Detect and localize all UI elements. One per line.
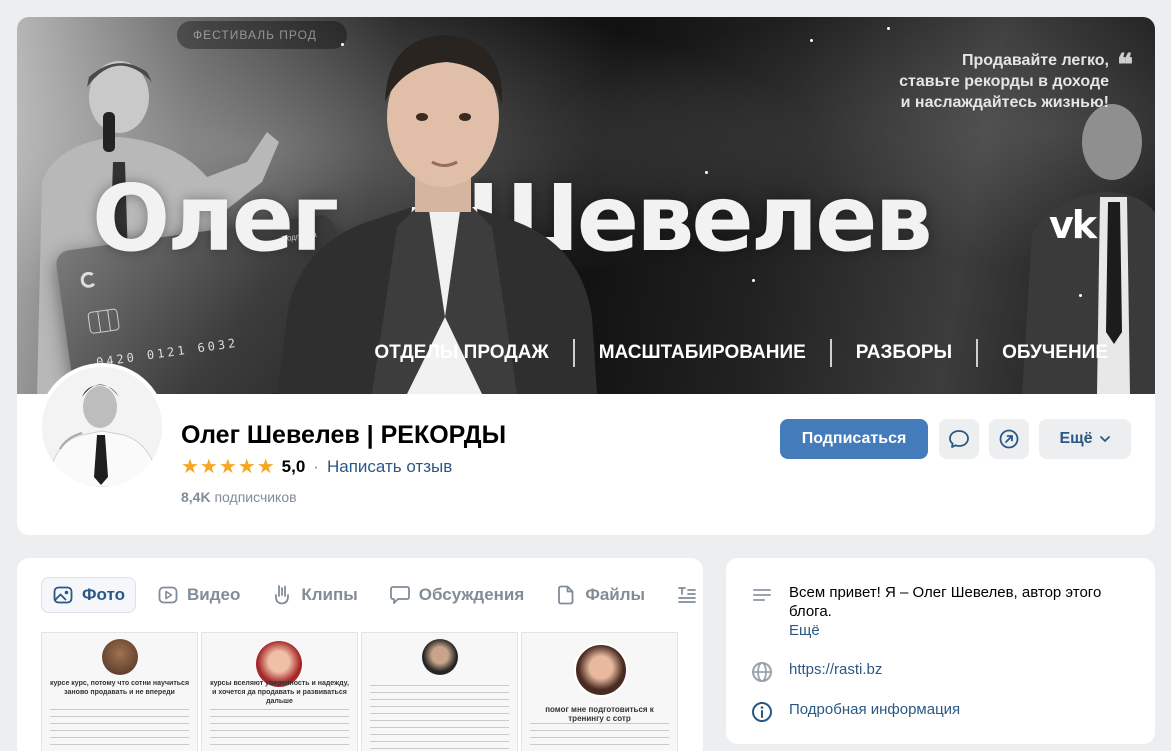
cover-image[interactable]: ФЕСТИВАЛЬ ПРОД Подписка 0420 0121 6032 О… — [17, 17, 1155, 394]
cover-quote: Продавайте легко, ставьте рекорды в дохо… — [867, 50, 1109, 113]
share-icon — [999, 429, 1019, 449]
video-icon — [158, 586, 178, 604]
photo-avatar — [102, 639, 138, 675]
rating-separator: · — [313, 456, 319, 476]
cover-nav-item: ОБУЧЕНИЕ — [1002, 342, 1108, 363]
description-text: Всем привет! Я – Олег Шевелев, автор это… — [789, 584, 1102, 620]
cover-nav-divider — [829, 339, 832, 367]
tab-list[interactable]: С — [666, 577, 703, 613]
cover-nav-divider — [976, 339, 979, 367]
write-review-link[interactable]: Написать отзыв — [327, 457, 452, 477]
tab-label: Обсуждения — [418, 585, 525, 604]
avatar-image — [42, 367, 162, 487]
avatar[interactable] — [38, 363, 166, 491]
group-header-card: ФЕСТИВАЛЬ ПРОД Подписка 0420 0121 6032 О… — [17, 17, 1155, 535]
sparkle — [810, 39, 813, 42]
avatar-portrait — [42, 367, 162, 487]
sparkle — [341, 43, 344, 46]
photo-grid: курсе курс, потому что сотни научиться з… — [41, 632, 681, 751]
cover-nav-item: МАСШТАБИРОВАНИЕ — [598, 342, 806, 363]
sparkle — [1079, 294, 1082, 297]
globe-icon — [752, 662, 772, 682]
quote-icon: ❝ — [1117, 48, 1134, 83]
photo-thumbnail[interactable]: помог мне подготовиться к тренингу с сот… — [521, 632, 678, 751]
photo-heading: курсы вселяют уверенность и надежду, и х… — [210, 680, 349, 705]
tab-label: Файлы — [585, 585, 646, 604]
subscribers-count[interactable]: 8,4K подписчиков — [181, 489, 297, 505]
photo-avatar — [574, 643, 628, 697]
cover-quote-line: ставьте рекорды в доходе — [899, 73, 1109, 90]
files-icon — [558, 585, 574, 605]
sparkle — [752, 279, 755, 282]
sparkle — [705, 171, 708, 174]
more-button-label: Ещё — [1059, 430, 1093, 447]
photo-text-lines — [530, 723, 669, 751]
photo-text-lines — [210, 709, 349, 751]
card-logo-icon — [79, 270, 98, 289]
detailed-info-link[interactable]: Подробная информация — [789, 700, 960, 719]
subscribers-label: подписчиков — [214, 489, 297, 505]
tab-discussions[interactable]: Обсуждения — [379, 577, 535, 613]
media-card: Фото Видео Клипы Обсуждения Файлы курсе … — [17, 558, 703, 751]
website-link[interactable]: https://rasti.bz — [789, 660, 882, 679]
photo-thumbnail[interactable]: курсе курс, потому что сотни научиться з… — [41, 632, 198, 751]
tab-label: Клипы — [301, 585, 358, 604]
share-button[interactable] — [989, 419, 1029, 459]
photo-text-lines — [370, 685, 509, 751]
photo-heading: курсе курс, потому что сотни научиться з… — [49, 680, 190, 696]
photo-icon — [53, 586, 73, 604]
card-chip-icon — [87, 308, 120, 335]
info-icon — [752, 702, 772, 722]
photo-thumbnail[interactable] — [361, 632, 518, 751]
tab-files[interactable]: Файлы — [545, 577, 655, 613]
details-row: Подробная информация — [750, 700, 960, 724]
description-row: Всем привет! Я – Олег Шевелев, автор это… — [750, 583, 1139, 640]
text-lines-icon — [753, 589, 771, 601]
media-tabs: Фото Видео Клипы Обсуждения Файлы — [41, 577, 703, 613]
more-button[interactable]: Ещё — [1039, 419, 1131, 459]
rating-row: ★★★★★ 5,0 · Написать отзыв — [181, 454, 452, 479]
cover-nav-item: РАЗБОРЫ — [855, 342, 953, 363]
description-more-link[interactable]: Ещё — [789, 621, 1139, 640]
cover-portrait — [277, 35, 597, 394]
tab-photos[interactable]: Фото — [41, 577, 136, 613]
cover-nav-divider — [572, 339, 575, 367]
discussions-icon — [389, 586, 410, 604]
cover-quote-line: Продавайте легко, — [962, 52, 1109, 69]
message-button[interactable] — [939, 419, 979, 459]
cover-quote-line: и наслаждайтесь жизнью! — [900, 94, 1109, 111]
website-row: https://rasti.bz — [750, 660, 882, 684]
cover-nav-item: ОТДЕЛЫ ПРОДАЖ — [374, 342, 549, 363]
group-title: Олег Шевелев | РЕКОРДЫ — [181, 421, 507, 449]
chevron-down-icon — [1099, 436, 1110, 442]
subscribe-button[interactable]: Подписаться — [780, 419, 928, 459]
tab-label: Видео — [186, 585, 241, 604]
vk-logo-icon: vk — [1049, 203, 1097, 247]
clips-icon — [275, 585, 290, 605]
rating-stars-icon: ★★★★★ — [181, 456, 276, 478]
info-card: Всем привет! Я – Олег Шевелев, автор это… — [726, 558, 1155, 744]
rating-value: 5,0 — [281, 456, 306, 476]
photo-avatar — [422, 639, 458, 675]
cover-nav: ОТДЕЛЫ ПРОДАЖ МАСШТАБИРОВАНИЕ РАЗБОРЫ ОБ… — [374, 339, 1108, 367]
tab-clips[interactable]: Клипы — [261, 577, 367, 613]
photo-heading: помог мне подготовиться к тренингу с сот… — [545, 705, 654, 723]
tab-label: Фото — [82, 585, 125, 604]
sparkle — [887, 27, 890, 30]
tab-videos[interactable]: Видео — [147, 577, 250, 613]
photo-text-lines — [50, 709, 189, 751]
list-icon — [678, 587, 696, 603]
subscribers-number: 8,4K — [181, 489, 211, 505]
message-icon — [949, 430, 969, 448]
photo-thumbnail[interactable]: курсы вселяют уверенность и надежду, и х… — [201, 632, 358, 751]
